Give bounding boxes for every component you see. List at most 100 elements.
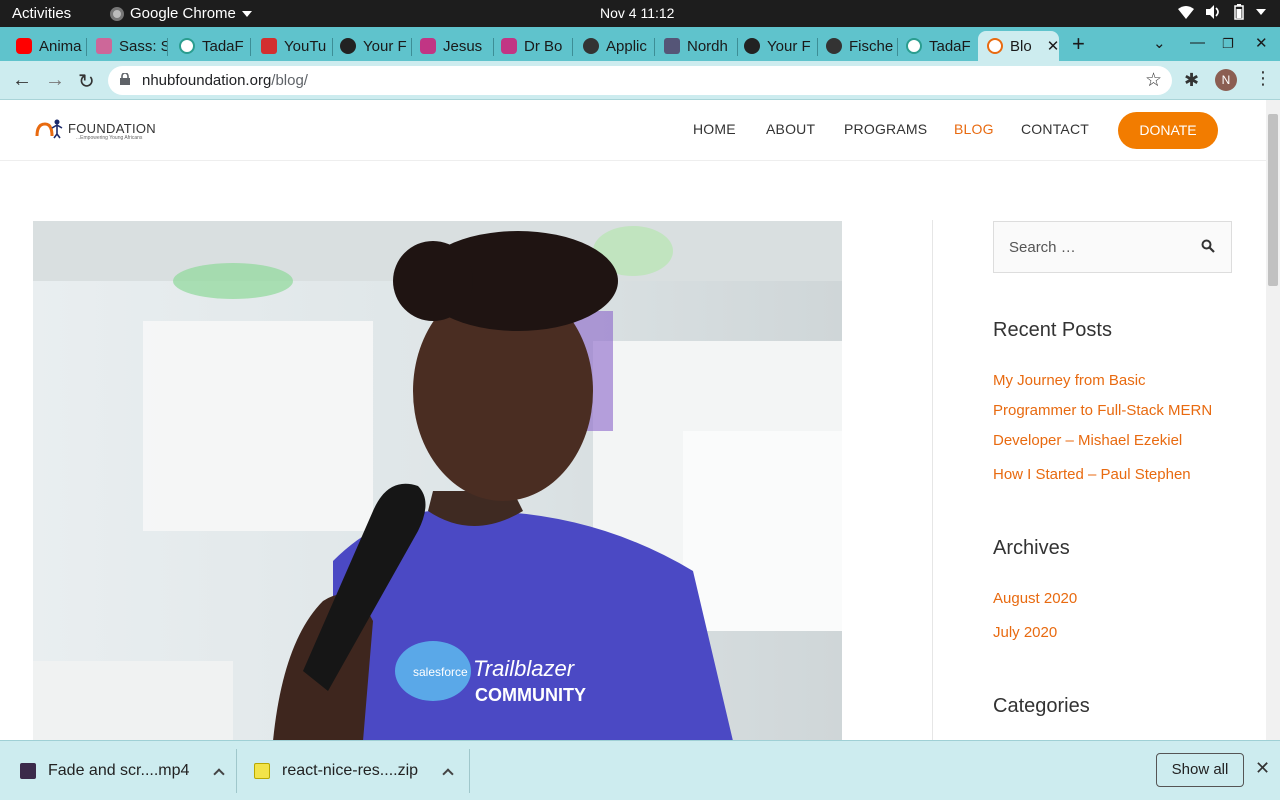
- tab[interactable]: TadaF: [163, 31, 251, 61]
- tab-strip: Anima Sass: S TadaF YouTu Your F Jesus D…: [0, 27, 1280, 61]
- tab-label: Your F: [767, 37, 811, 55]
- minimize-icon[interactable]: —: [1190, 34, 1205, 51]
- tab-label: Your F: [363, 37, 407, 55]
- tab[interactable]: TadaF: [890, 31, 978, 61]
- url-domain: nhubfoundation.org: [142, 72, 272, 89]
- shirt-text-community: COMMUNITY: [475, 685, 586, 705]
- close-window-icon[interactable]: ✕: [1255, 34, 1268, 52]
- site-logo[interactable]: FOUNDATION ...Empowering Young Africans: [34, 116, 156, 141]
- url-path: /blog/: [271, 72, 308, 89]
- search-icon[interactable]: [1201, 239, 1215, 253]
- tab[interactable]: YouTu: [245, 31, 333, 61]
- tray-caret-icon: [1256, 9, 1266, 15]
- globe-icon: [583, 38, 599, 54]
- tab-label: Anima: [39, 37, 82, 55]
- nav-home[interactable]: HOME: [693, 121, 736, 137]
- system-top-bar: Activities Google Chrome Nov 4 11:12: [0, 0, 1280, 27]
- sidebar-divider: [932, 220, 933, 740]
- tab[interactable]: Anima: [0, 31, 87, 61]
- browser-toolbar: ← → ↻ nhubfoundation.org/blog/ ☆: [0, 61, 1280, 100]
- profile-avatar[interactable]: N: [1215, 69, 1237, 91]
- recent-post-link[interactable]: My Journey from Basic: [993, 366, 1146, 396]
- tab-label: Sass: S: [119, 37, 168, 55]
- nav-blog[interactable]: BLOG: [954, 121, 994, 137]
- archive-link[interactable]: July 2020: [993, 618, 1057, 648]
- recent-posts-title: Recent Posts: [993, 319, 1112, 341]
- archives-title: Archives: [993, 537, 1070, 559]
- forward-icon[interactable]: →: [45, 69, 65, 92]
- tab-active[interactable]: Blo ✕: [978, 31, 1059, 61]
- instagram-icon: [501, 38, 517, 54]
- restore-icon[interactable]: ❐: [1222, 36, 1234, 52]
- tab[interactable]: Nordh: [648, 31, 738, 61]
- tab[interactable]: Dr Bo: [485, 31, 573, 61]
- close-tab-icon[interactable]: ✕: [1047, 37, 1059, 55]
- github-icon: [744, 38, 760, 54]
- archive-link[interactable]: August 2020: [993, 584, 1077, 614]
- featured-post-image[interactable]: salesforce Trailblazer COMMUNITY: [33, 221, 842, 740]
- volume-icon: [1206, 5, 1219, 19]
- recent-post-link[interactable]: Developer – Mishael Ezekiel: [993, 426, 1182, 456]
- tadaf-icon: [179, 38, 195, 54]
- tab[interactable]: Fische: [810, 31, 898, 61]
- chrome-icon: [110, 6, 124, 21]
- lock-icon: [120, 73, 130, 85]
- tab[interactable]: Jesus: [404, 31, 494, 61]
- tab-label: Dr Bo: [524, 37, 563, 55]
- shirt-text-trailblazer: Trailblazer: [473, 656, 576, 681]
- battery-icon: [1234, 4, 1244, 20]
- tab-label: Applic: [606, 37, 647, 55]
- tab-label: TadaF: [929, 37, 971, 55]
- recent-post-link[interactable]: How I Started – Paul Stephen: [993, 460, 1191, 490]
- chrome-menu-icon[interactable]: ⋮: [1254, 68, 1272, 89]
- url-text: nhubfoundation.org/blog/: [142, 72, 308, 89]
- bookmark-star-icon[interactable]: ☆: [1145, 69, 1162, 92]
- chevron-up-icon[interactable]: [213, 767, 226, 780]
- back-icon[interactable]: ←: [12, 69, 32, 92]
- nav-programs[interactable]: PROGRAMS: [844, 121, 927, 137]
- tab[interactable]: Your F: [324, 31, 412, 61]
- scrollbar-thumb[interactable]: [1268, 114, 1278, 286]
- logo-text: FOUNDATION: [68, 120, 156, 136]
- nav-contact[interactable]: CONTACT: [1021, 121, 1089, 137]
- logo-tagline: ...Empowering Young Africans: [76, 135, 143, 141]
- tab-label: Nordh: [687, 37, 728, 55]
- app-menu[interactable]: Google Chrome: [110, 5, 252, 22]
- app-name: Google Chrome: [130, 5, 236, 22]
- close-downloads-icon[interactable]: ✕: [1255, 758, 1270, 779]
- instagram-icon: [420, 38, 436, 54]
- github-icon: [340, 38, 356, 54]
- donate-button[interactable]: DONATE: [1118, 112, 1218, 149]
- tab-search-icon[interactable]: ⌄: [1153, 34, 1166, 52]
- youtube-icon: [16, 38, 32, 54]
- activities-button[interactable]: Activities: [12, 5, 71, 22]
- address-bar[interactable]: nhubfoundation.org/blog/ ☆: [108, 66, 1172, 95]
- download-item[interactable]: Fade and scr....mp4: [20, 741, 226, 801]
- nav-about[interactable]: ABOUT: [766, 121, 815, 137]
- clock[interactable]: Nov 4 11:12: [600, 5, 674, 21]
- tab-label: Blo: [1010, 37, 1032, 55]
- system-tray[interactable]: [1178, 4, 1266, 20]
- tab[interactable]: Sass: S: [80, 31, 168, 61]
- tab-label: TadaF: [202, 37, 244, 55]
- tab[interactable]: Applic: [567, 31, 655, 61]
- globe-icon: [826, 38, 842, 54]
- shirt-logo-text: salesforce: [413, 665, 468, 679]
- caret-down-icon: [241, 10, 252, 17]
- new-tab-button[interactable]: +: [1072, 31, 1085, 57]
- nhub-icon: [987, 38, 1003, 54]
- wifi-icon: [1178, 5, 1194, 19]
- show-all-button[interactable]: Show all: [1156, 753, 1244, 787]
- tadaf-icon: [906, 38, 922, 54]
- site-header: FOUNDATION ...Empowering Young Africans …: [0, 100, 1266, 161]
- chevron-up-icon[interactable]: [442, 767, 454, 780]
- download-item[interactable]: react-nice-res....zip: [254, 741, 454, 801]
- search-input[interactable]: [994, 222, 1194, 272]
- reload-icon[interactable]: ↻: [78, 69, 95, 94]
- tab[interactable]: Your F: [728, 31, 818, 61]
- nordh-icon: [664, 38, 680, 54]
- extensions-icon[interactable]: ✱: [1184, 70, 1199, 91]
- recent-post-link[interactable]: Programmer to Full-Stack MERN: [993, 396, 1212, 426]
- nhub-logo-icon: [35, 119, 63, 139]
- tab-label: Jesus: [443, 37, 483, 55]
